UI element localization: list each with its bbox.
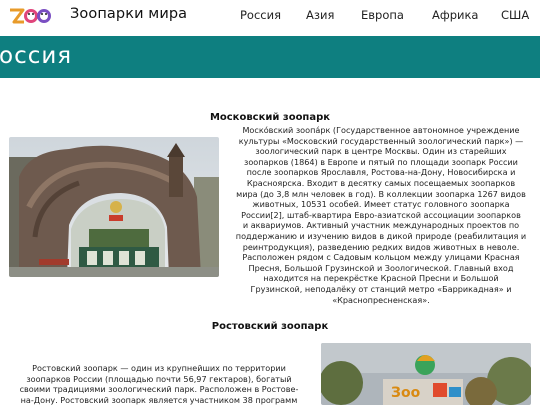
description-line: Красноярска. Входит в десятку самых посе… bbox=[246, 177, 516, 188]
nav-africa[interactable]: Африка bbox=[432, 8, 478, 22]
site-title[interactable]: Зоопарки мира bbox=[70, 6, 187, 22]
description-line: и аквариумов. Активный участник междунар… bbox=[242, 220, 520, 231]
rostov-zoo-description: Ростовский зоопарк — один из крупнейших … bbox=[0, 363, 318, 405]
description-line: Пресня, Большой Грузинской и Зоологическ… bbox=[248, 262, 514, 273]
description-line: «Краснопресненская». bbox=[332, 294, 430, 305]
description-line: Моско́вский зоопа́рк (Государственное ав… bbox=[242, 125, 520, 135]
banner-title: оссия bbox=[0, 43, 73, 69]
zoo-logo[interactable] bbox=[8, 6, 52, 26]
nav-europe[interactable]: Европа bbox=[361, 8, 404, 22]
description-line: после зоопарков Ярославля, Ростова-на-До… bbox=[246, 167, 516, 178]
description-line: зоопарков (1864) в Европе и пятый по пло… bbox=[244, 156, 518, 167]
nav-asia[interactable]: Азия bbox=[306, 8, 334, 22]
description-line: своими традициями зоологический парк. Ра… bbox=[19, 384, 299, 395]
description-line: реинтродукция), разведению редких видов … bbox=[242, 241, 520, 252]
description-line: животных, 10531 особей. Имеет статус гол… bbox=[252, 199, 510, 210]
moscow-zoo-photo bbox=[9, 137, 219, 277]
description-line: России[2], штаб-квартира Евро-азиатской … bbox=[241, 209, 521, 220]
country-banner: оссия bbox=[0, 36, 540, 78]
description-line: находится на перекрёстке Красной Пресни … bbox=[263, 273, 499, 284]
description-line: Расположен рядом с Садовым кольцом между… bbox=[242, 252, 520, 263]
description-line: на-Дону. Ростовский зоопарк является уча… bbox=[20, 394, 298, 405]
description-line: поддержанию и изучению видов в дикой при… bbox=[235, 230, 527, 241]
moscow-zoo-description: Моско́вский зоопа́рк (Государственное ав… bbox=[222, 125, 540, 305]
nav-usa[interactable]: США bbox=[501, 8, 529, 22]
moscow-zoo-title: Московский зоопарк bbox=[209, 112, 331, 123]
description-line: зоологический парк в центре Москвы. Один… bbox=[255, 146, 507, 157]
description-line: мира (до 3,8 млн человек в год). В колле… bbox=[236, 188, 526, 199]
nav-russia[interactable]: Россия bbox=[240, 8, 281, 22]
description-line: Ростовский зоопарк — один из крупнейших … bbox=[32, 363, 286, 373]
description-line: культуры «Московский государственный зоо… bbox=[238, 135, 524, 146]
site-header: Зоопарки мира Россия Азия Европа Африка … bbox=[0, 0, 540, 33]
description-line: Грузинской, неподалёку от станций метро … bbox=[250, 283, 512, 294]
rostov-zoo-title: Ростовский зоопарк bbox=[211, 321, 329, 332]
sign-text: Зоо bbox=[391, 385, 421, 401]
rostov-zoo-photo: Зоо bbox=[321, 343, 531, 405]
description-line: зоопарков России (площадью почти 56,97 г… bbox=[26, 373, 292, 384]
